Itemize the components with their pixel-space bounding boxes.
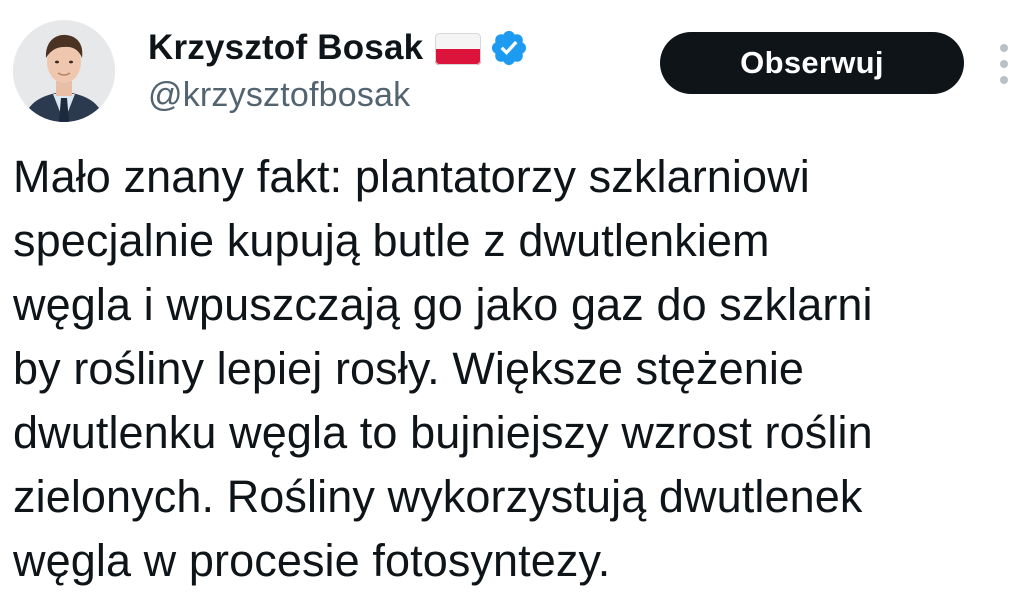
tweet-text: Mało znany fakt: plantatorzy szklarniowi… xyxy=(13,145,1013,593)
tweet-text-line: dwutlenku węgla to bujniejszy wzrost roś… xyxy=(13,407,873,458)
more-vertical-icon[interactable] xyxy=(994,44,1014,84)
author-name-row: Krzysztof Bosak xyxy=(148,22,529,74)
avatar[interactable] xyxy=(13,20,115,122)
follow-button[interactable]: Obserwuj xyxy=(660,32,964,94)
avatar-image xyxy=(13,20,115,122)
more-dot xyxy=(1000,76,1008,84)
author-display-name[interactable]: Krzysztof Bosak xyxy=(148,28,423,68)
tweet-text-line: Mało znany fakt: plantatorzy szklarniowi xyxy=(13,151,810,202)
tweet-text-line: zielonych. Rośliny wykorzystują dwutlene… xyxy=(13,471,863,522)
tweet-card: Krzysztof Bosak @krzysztofbosak Obserwuj xyxy=(0,0,1023,610)
more-dot xyxy=(1000,44,1008,52)
tweet-text-line: węgla w procesie fotosyntezy. xyxy=(13,535,611,586)
more-dot xyxy=(1000,60,1008,68)
tweet-text-line: specjalnie kupują butle z dwutlenkiem xyxy=(13,215,770,266)
tweet-text-line: by rośliny lepiej rosły. Większe stężeni… xyxy=(13,343,805,394)
tweet-text-line: węgla i wpuszczają go jako gaz do szklar… xyxy=(13,279,873,330)
poland-flag-icon xyxy=(435,33,482,65)
verified-badge-icon[interactable] xyxy=(489,28,529,68)
author-handle[interactable]: @krzysztofbosak xyxy=(148,76,410,115)
